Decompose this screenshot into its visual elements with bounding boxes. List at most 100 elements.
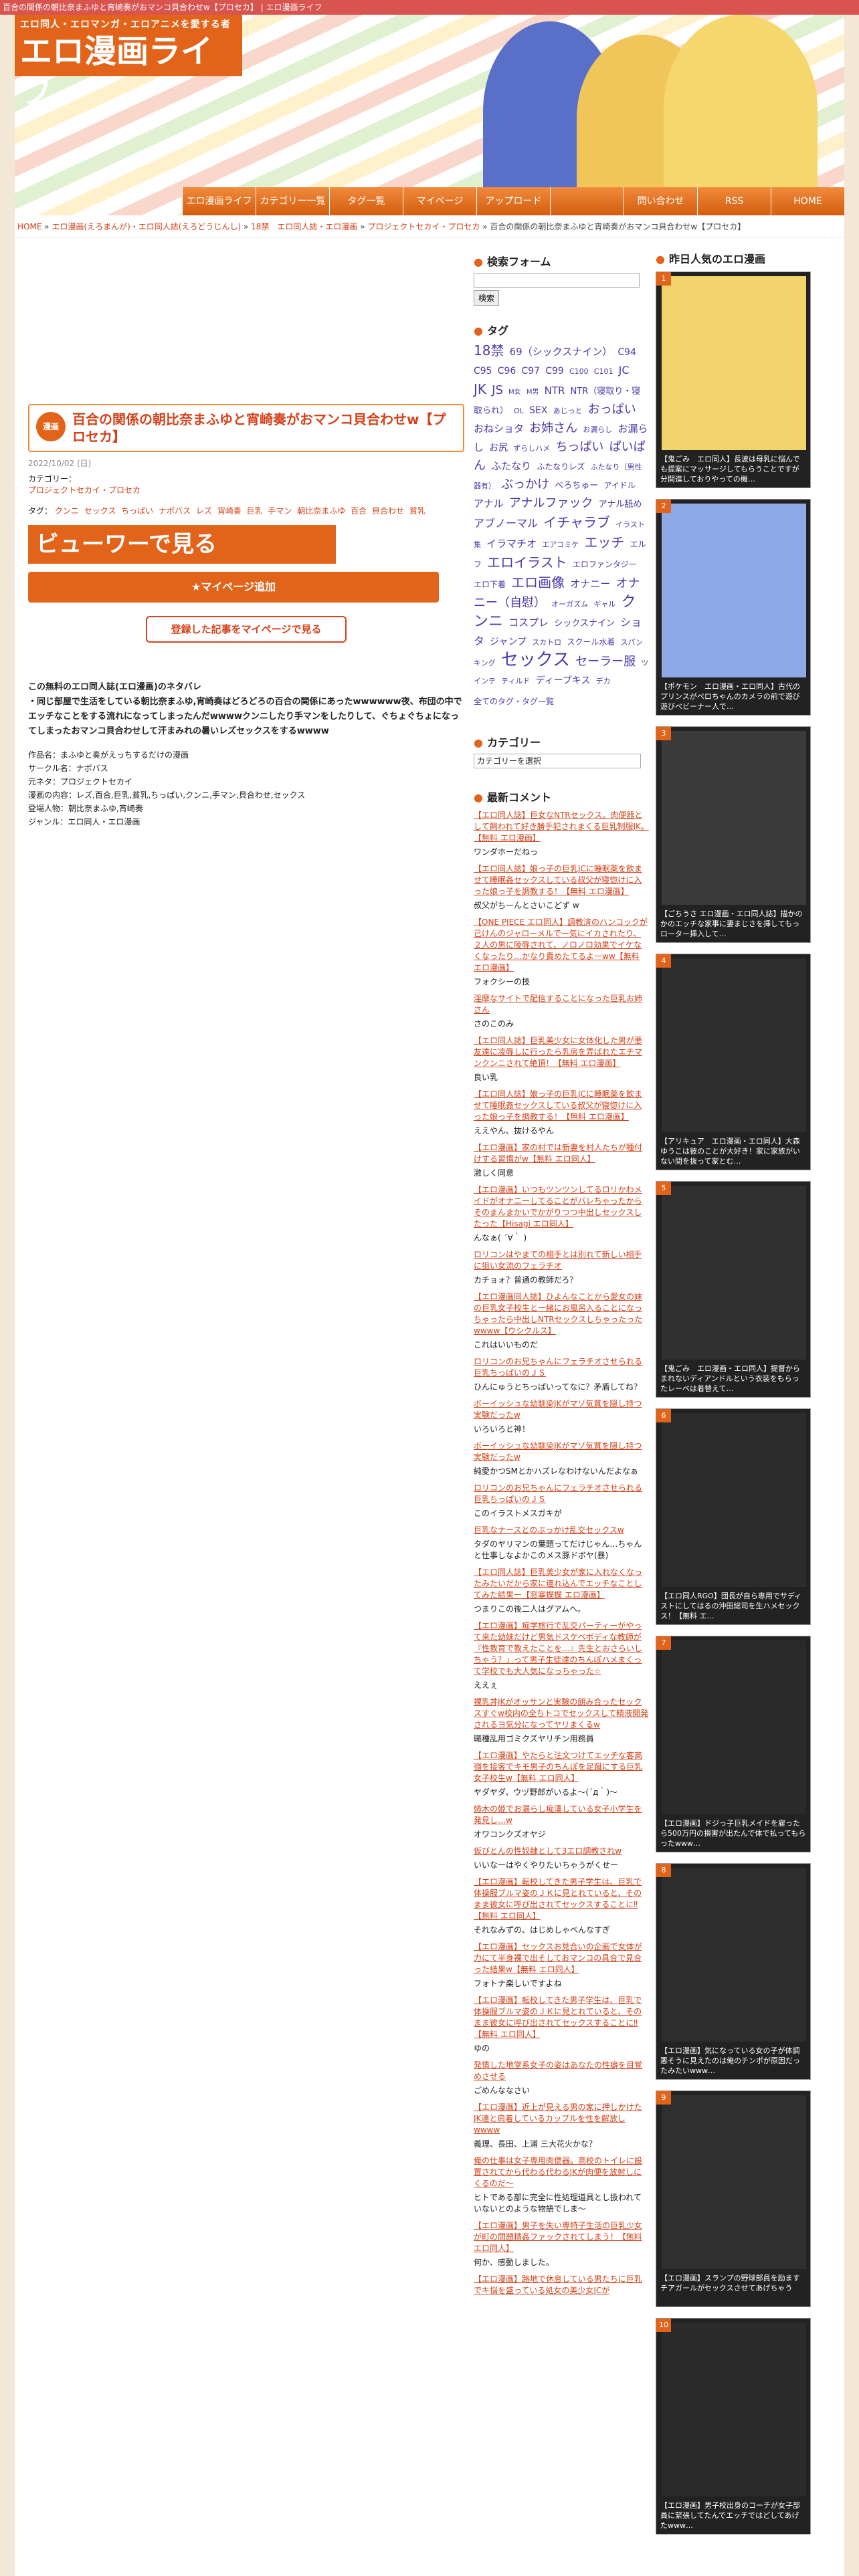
tag-cloud-item[interactable]: ジャンプ xyxy=(490,637,527,647)
nav-mypage[interactable]: マイページ xyxy=(403,187,476,215)
tag-link[interactable]: 百合 xyxy=(351,506,367,516)
tag-cloud-item[interactable]: ちっぱい xyxy=(555,440,603,454)
search-input[interactable] xyxy=(474,273,640,288)
tag-link[interactable]: 巨乳 xyxy=(247,506,263,516)
ranking-thumbnail[interactable] xyxy=(662,276,806,450)
tag-cloud-item[interactable]: C99 xyxy=(545,366,564,377)
ranking-caption[interactable]: 【エロ漫画】気になっている女の子が体調悪そうに見えたのは俺のチンポが原因だったみ… xyxy=(660,2046,806,2076)
breadcrumb-cat1[interactable]: エロ漫画(えろまんが)・エロ同人誌(えろどうじんし) xyxy=(52,222,241,231)
tag-cloud-item[interactable]: JS xyxy=(492,383,503,397)
ranking-item[interactable]: 3 【ごちうさ エロ漫画・エロ同人誌】描かのかのエッチな家事に妻まじさを挿してもっ… xyxy=(656,726,811,943)
comment-article-link[interactable]: ロリコンのお兄ちゃんにフェラチオさせられる巨乳ちっぱいのＪＳ xyxy=(474,1356,649,1379)
tag-cloud-item[interactable]: イチャラブ xyxy=(543,514,610,530)
ranking-caption[interactable]: 【鬼ごみ エロ同人】長波は母乳に悩んでも提案にマッサージしてもらうことですが分開… xyxy=(660,454,806,485)
tag-cloud-item[interactable]: オナニー xyxy=(570,578,610,590)
tag-cloud-item[interactable]: JC xyxy=(619,364,630,377)
tag-link[interactable]: セックス xyxy=(84,506,116,516)
tag-cloud-item[interactable]: M女 xyxy=(508,389,521,396)
ranking-thumbnail[interactable] xyxy=(662,2323,806,2496)
tag-cloud-item[interactable]: ずらしハメ xyxy=(513,444,550,453)
comment-article-link[interactable]: 裸乳丼JKがオッサンと実験の朗み合ったセックスすぐw校内の全ちトコでセックスして… xyxy=(474,1697,649,1731)
comment-article-link[interactable]: 【エロ漫画】セックスお見合いの企画で女体が力にて半身裸で出そしておマンコの具合で… xyxy=(474,1941,649,1975)
site-logo[interactable]: エロ同人・エロマンガ・エロアニメを愛する者 エロ漫画ライフ xyxy=(15,15,242,112)
breadcrumb-cat3[interactable]: プロジェクトセカイ・プロセカ xyxy=(367,222,480,231)
tag-cloud-item[interactable]: スカトロ xyxy=(532,638,561,647)
breadcrumb-cat2[interactable]: 18禁 エロ同人誌・エロ漫画 xyxy=(251,222,357,231)
comment-article-link[interactable]: 仮びとんの性奴隷として3エロ調教されw xyxy=(474,1846,649,1857)
tag-cloud-item[interactable]: アナル舐め xyxy=(599,500,642,510)
tag-link[interactable]: 貝合わせ xyxy=(372,506,404,516)
tag-cloud-item[interactable]: おねショタ xyxy=(474,423,524,435)
tag-cloud-item[interactable]: ディープキス xyxy=(536,675,591,686)
tag-cloud-item[interactable]: セーラー服 xyxy=(575,655,636,669)
tag-link[interactable]: 朝比奈まふゆ xyxy=(297,506,345,516)
tag-cloud-item[interactable]: エッチ xyxy=(584,534,624,550)
tag-cloud-item[interactable]: アイドル xyxy=(603,481,635,490)
tag-link[interactable]: 手マン xyxy=(268,506,292,516)
tag-cloud-item[interactable]: エアコミケ xyxy=(542,540,579,549)
tag-cloud-item[interactable]: C96 xyxy=(498,366,516,377)
ranking-item[interactable]: 9 【エロ漫画】スランプの野球部員を励ますチアガールがセックスさせてあげちゃう xyxy=(656,2090,811,2307)
tag-link[interactable]: 貧乳 xyxy=(409,506,425,516)
comment-article-link[interactable]: 【エロ漫画】男子を失い専特子生活の巨乳少女が町の問題精姦ファックされてしまう！【… xyxy=(474,2220,649,2254)
tag-link[interactable]: 宵崎奏 xyxy=(217,506,242,516)
tag-cloud-item[interactable]: スクール水着 xyxy=(567,637,615,647)
comment-article-link[interactable]: 発情した地堂系女子の姿はあなたの性癖を目覚めさせる xyxy=(474,2060,649,2082)
tag-cloud-item[interactable]: シックスナイン xyxy=(554,619,615,629)
nav-categories[interactable]: カテゴリー一覧 xyxy=(256,187,329,215)
tag-cloud-item[interactable]: デカ xyxy=(596,677,611,685)
tag-link[interactable]: ちっぱい xyxy=(121,506,153,516)
tag-cloud-item[interactable]: 69（シックスナイン） xyxy=(510,346,613,358)
nav-tags[interactable]: タグ一覧 xyxy=(329,187,403,215)
comment-article-link[interactable]: 【エロ同人誌】巨乳美少女が家に入れなくなったみたいだから家に連れ込んでエッチなこ… xyxy=(474,1567,649,1601)
comment-article-link[interactable]: 【エロ漫画】やたらと注文つけてエッチな客高嶺を接客でキモ男子のちんぽを足蹴にする… xyxy=(474,1750,649,1784)
search-button[interactable]: 検索 xyxy=(474,290,500,306)
ranking-item[interactable]: 10 【エロ漫画】男子校出身のコーチが女子部員に緊張してたんでエッチではどしてあげ… xyxy=(656,2318,811,2535)
comment-article-link[interactable]: 【エロ漫画】痴学旅行で乱交パーティーがやって来た幼妹だけど男気ドスケベボディな教… xyxy=(474,1620,649,1677)
viewer-button[interactable]: ビューワーで見る xyxy=(28,525,336,564)
tag-cloud-item[interactable]: ギャル xyxy=(593,600,615,609)
tag-cloud-item[interactable]: OL xyxy=(514,407,524,415)
comment-article-link[interactable]: 【エロ同人誌】娘っ子の巨乳JCに睡眠薬を飲ませて睡眠姦セックスしている叔父が寝惚… xyxy=(474,1089,649,1123)
mypage-add-button[interactable]: ★マイページ追加 xyxy=(28,572,439,603)
comment-article-link[interactable]: ロリコンのお兄ちゃんにフェラチオさせられる巨乳ちっぱいのＪＳ xyxy=(474,1483,649,1505)
comment-article-link[interactable]: 【エロ漫画同人誌】ひよんなことから愛女の妹の巨乳女子校生と一緒にお風呂入ることに… xyxy=(474,1291,649,1337)
comment-article-link[interactable]: 【エロ漫画】転校してきた男子学生は、巨乳で体操服ブルマ姿のＪＫに見とれていると、… xyxy=(474,1995,649,2040)
ranking-caption[interactable]: 【エロ漫画】男子校出身のコーチが女子部員に緊張してたんでエッチではどしてあげたw… xyxy=(660,2500,806,2531)
ranking-thumbnail[interactable] xyxy=(662,1186,806,1360)
tag-link[interactable]: ナポバス xyxy=(159,506,191,516)
nav-home-site[interactable]: エロ漫画ライフ xyxy=(182,187,256,215)
comment-article-link[interactable]: 【エロ漫画】路地で休息している男たちに巨乳でキ悩を盛っている処女の美少女JCが xyxy=(474,2274,649,2296)
tag-cloud-item[interactable]: C100 xyxy=(569,367,589,376)
tag-cloud-item[interactable]: NTR xyxy=(545,385,565,397)
ranking-item[interactable]: 7 【エロ漫画】ドジっ子巨乳メイドを雇ったら500万円の損害が出たんで体で払っても… xyxy=(656,1636,811,1852)
tag-cloud-item[interactable]: エロファンタジー xyxy=(573,560,637,569)
ranking-thumbnail[interactable] xyxy=(662,958,806,1132)
tag-cloud-item[interactable]: エロ下着 xyxy=(474,580,506,589)
ranking-item[interactable]: 1 【鬼ごみ エロ同人】長波は母乳に悩んでも提案にマッサージしてもらうことですが分… xyxy=(656,272,811,488)
ranking-item[interactable]: 6 【エロ同人RGO】団長が自ら専用でサディストにしてはるの沖田総司を生ハメセック… xyxy=(656,1408,811,1625)
comment-article-link[interactable]: ボーイッシュな幼馴染JKがマゾ気質を隠し持つ実験だったw xyxy=(474,1398,649,1421)
ranking-item[interactable]: 5 【鬼ごみ エロ漫画・エロ同人】提督からまれないディアンドルという衣装をもらった… xyxy=(656,1181,811,1398)
ranking-thumbnail[interactable] xyxy=(662,1640,806,1814)
comment-article-link[interactable]: 【ONE PIECE エロ同人】調教済のハンコックが己けんのジャローメルで一気に… xyxy=(474,917,649,974)
nav-contact[interactable]: 問い合わせ xyxy=(624,187,697,215)
comment-article-link[interactable]: ロリコンはやまての相手とは別れて新しい相手に狙い女流のフェラチオ xyxy=(474,1249,649,1272)
tag-cloud-item[interactable]: SEX xyxy=(529,405,547,416)
tag-cloud-item[interactable]: エロイラスト xyxy=(487,554,567,570)
ranking-thumbnail[interactable] xyxy=(662,504,806,677)
category-select[interactable]: カテゴリーを選択 xyxy=(474,754,641,768)
tag-cloud-item[interactable]: エロ画像 xyxy=(511,574,565,591)
tag-cloud-item[interactable]: アナル xyxy=(474,498,504,510)
comment-article-link[interactable]: 姉木の姫でお漏らし痴漢している女子小学生を発見し…w xyxy=(474,1804,649,1826)
tag-cloud-item[interactable]: JK xyxy=(474,381,486,397)
tag-cloud-item[interactable]: あじっと xyxy=(553,407,583,415)
tag-cloud-item[interactable]: C101 xyxy=(594,367,613,376)
tag-cloud-item[interactable]: お尻 xyxy=(489,443,508,453)
tag-cloud-item[interactable]: ティルド xyxy=(501,677,530,685)
view-registered-button[interactable]: 登録した記事をマイページで見る xyxy=(146,616,347,643)
tag-link[interactable]: クンニ xyxy=(55,506,79,516)
tag-cloud-item[interactable]: べろちゅー xyxy=(555,481,598,491)
comment-article-link[interactable]: 淫靡なサイトで配信することになった巨乳お姉さん xyxy=(474,993,649,1016)
breadcrumb-home[interactable]: HOME xyxy=(17,222,41,231)
